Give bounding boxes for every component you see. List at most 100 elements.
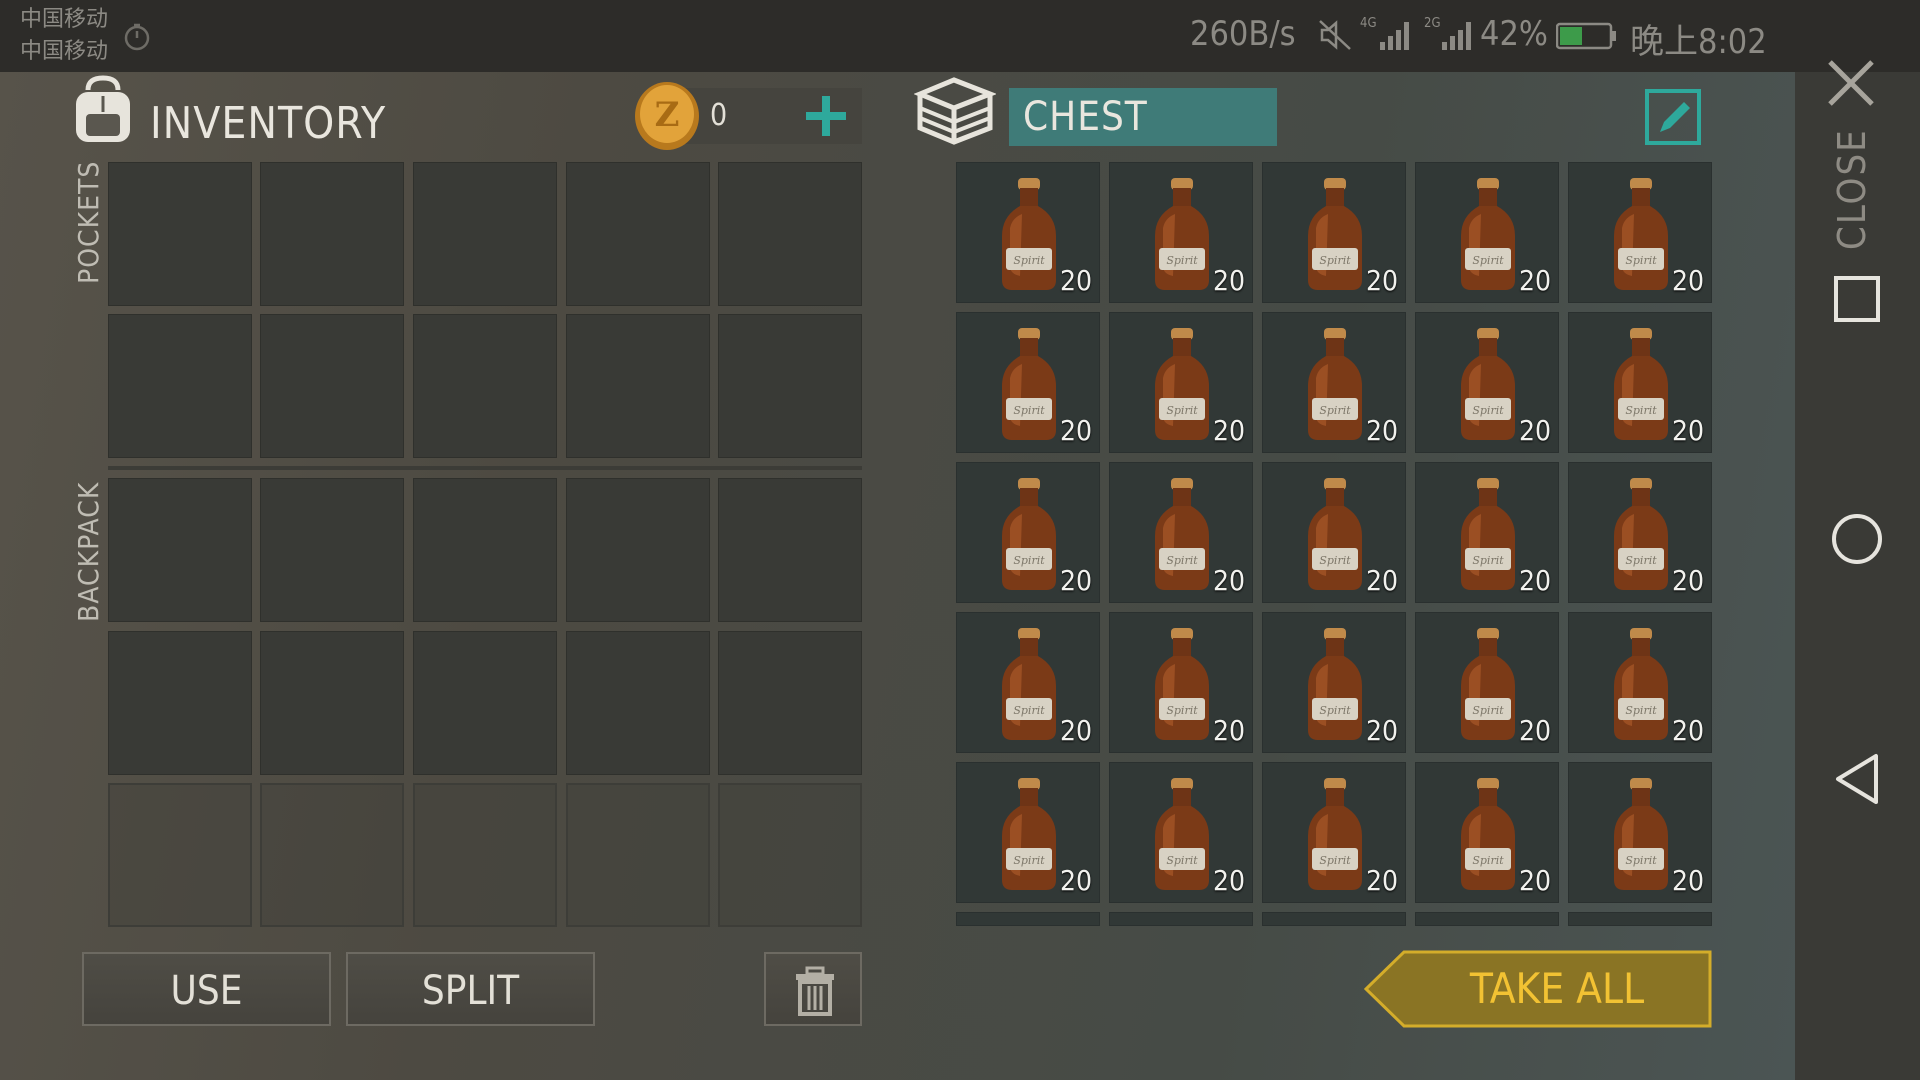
chest-slot[interactable]: Spirit 20 xyxy=(956,462,1100,603)
pocket-slot[interactable] xyxy=(108,162,252,306)
spirit-bottle-icon: Spirit xyxy=(1308,478,1362,590)
delete-button[interactable] xyxy=(764,952,862,1026)
chest-slot[interactable]: Spirit 20 xyxy=(1568,312,1712,453)
chest-icon xyxy=(914,77,996,145)
bottle-label: Spirit xyxy=(1319,554,1351,567)
backpack-slot[interactable] xyxy=(566,631,710,775)
status-bar: 中国移动 中国移动 260B/s 4G 2G 42% 晚上8:02 xyxy=(0,0,1920,72)
chest-slot[interactable] xyxy=(1415,912,1559,926)
backpack-slot[interactable] xyxy=(108,631,252,775)
chest-slot[interactable] xyxy=(956,912,1100,926)
pocket-slot[interactable] xyxy=(718,314,862,458)
bottle-label: Spirit xyxy=(1625,254,1657,267)
chest-slot[interactable]: Spirit 20 xyxy=(1568,462,1712,603)
stopwatch-icon xyxy=(124,23,150,51)
spirit-bottle-icon: Spirit xyxy=(1614,178,1668,290)
pocket-slot[interactable] xyxy=(108,314,252,458)
use-button[interactable]: USE xyxy=(82,952,331,1026)
pocket-slot[interactable] xyxy=(566,162,710,306)
chest-slot[interactable]: Spirit 20 xyxy=(1415,762,1559,903)
pocket-slot[interactable] xyxy=(260,162,404,306)
chest-slot[interactable]: Spirit 20 xyxy=(956,162,1100,303)
spirit-bottle-icon: Spirit xyxy=(1002,628,1056,740)
item-quantity: 20 xyxy=(1671,264,1704,297)
backpack-slot[interactable] xyxy=(413,478,557,622)
chest-slot[interactable] xyxy=(1568,912,1712,926)
backpack-slot[interactable] xyxy=(260,478,404,622)
spirit-bottle-icon: Spirit xyxy=(1155,178,1209,290)
network-speed: 260B/s xyxy=(1190,14,1296,54)
chest-slot[interactable]: Spirit 20 xyxy=(1109,462,1253,603)
backpack-slot[interactable] xyxy=(566,478,710,622)
item-quantity: 20 xyxy=(1212,264,1245,297)
chest-slot[interactable]: Spirit 20 xyxy=(1415,162,1559,303)
chest-slot[interactable]: Spirit 20 xyxy=(1262,162,1406,303)
chest-slot[interactable]: Spirit 20 xyxy=(956,612,1100,753)
backpack-slot[interactable] xyxy=(718,631,862,775)
chest-slot[interactable]: Spirit 20 xyxy=(1109,762,1253,903)
rename-button[interactable] xyxy=(1644,88,1702,146)
backpack-slot[interactable] xyxy=(413,631,557,775)
backpack-slot[interactable] xyxy=(260,631,404,775)
spirit-bottle-icon: Spirit xyxy=(1614,328,1668,440)
close-icon[interactable] xyxy=(1826,58,1876,108)
bottle-label: Spirit xyxy=(1166,554,1198,567)
spirit-bottle-icon: Spirit xyxy=(1614,628,1668,740)
battery-percent: 42% xyxy=(1480,14,1548,54)
spirit-bottle-icon: Spirit xyxy=(1308,328,1362,440)
bottle-label: Spirit xyxy=(1319,854,1351,867)
add-coins-button[interactable] xyxy=(804,94,848,138)
inventory-title: INVENTORY xyxy=(150,98,387,149)
bottle-label: Spirit xyxy=(1625,704,1657,717)
chest-slot[interactable]: Spirit 20 xyxy=(1262,312,1406,453)
backpack-slot[interactable] xyxy=(108,478,252,622)
chest-slot[interactable]: Spirit 20 xyxy=(1568,162,1712,303)
pocket-slot[interactable] xyxy=(260,314,404,458)
pockets-label: POCKETS xyxy=(72,160,105,284)
chest-slot[interactable]: Spirit 20 xyxy=(1109,612,1253,753)
signal-icon xyxy=(1380,22,1409,50)
chest-name-field[interactable]: CHEST xyxy=(1009,88,1277,146)
close-label[interactable]: CLOSE xyxy=(1830,128,1874,250)
bottle-label: Spirit xyxy=(1472,854,1504,867)
chest-slot[interactable]: Spirit 20 xyxy=(1415,312,1559,453)
pocket-slot[interactable] xyxy=(566,314,710,458)
item-quantity: 20 xyxy=(1059,714,1092,747)
item-quantity: 20 xyxy=(1671,714,1704,747)
chest-slot[interactable]: Spirit 20 xyxy=(1262,612,1406,753)
bottle-label: Spirit xyxy=(1013,704,1045,717)
pocket-slot[interactable] xyxy=(413,162,557,306)
recent-apps-icon[interactable] xyxy=(1832,274,1882,324)
spirit-bottle-icon: Spirit xyxy=(1308,778,1362,890)
chest-slot[interactable]: Spirit 20 xyxy=(1109,312,1253,453)
backpack-slot[interactable] xyxy=(718,478,862,622)
bottle-label: Spirit xyxy=(1013,854,1045,867)
item-quantity: 20 xyxy=(1518,264,1551,297)
item-quantity: 20 xyxy=(1212,564,1245,597)
take-all-button[interactable]: TAKE ALL xyxy=(1364,950,1712,1028)
chest-slot[interactable]: Spirit 20 xyxy=(1415,462,1559,603)
chest-slot[interactable]: Spirit 20 xyxy=(1415,612,1559,753)
chest-slot[interactable] xyxy=(1109,912,1253,926)
pocket-slot[interactable] xyxy=(413,314,557,458)
home-icon[interactable] xyxy=(1830,512,1884,566)
chest-slot[interactable]: Spirit 20 xyxy=(956,762,1100,903)
back-icon[interactable] xyxy=(1832,752,1882,806)
chest-slot[interactable]: Spirit 20 xyxy=(1568,612,1712,753)
chest-slot[interactable]: Spirit 20 xyxy=(956,312,1100,453)
item-quantity: 20 xyxy=(1671,864,1704,897)
network-type: 4G xyxy=(1360,16,1377,31)
spirit-bottle-icon: Spirit xyxy=(1155,628,1209,740)
chest-slot[interactable]: Spirit 20 xyxy=(1109,162,1253,303)
bottle-label: Spirit xyxy=(1625,554,1657,567)
spirit-bottle-icon: Spirit xyxy=(1308,628,1362,740)
item-quantity: 20 xyxy=(1212,714,1245,747)
chest-slot[interactable]: Spirit 20 xyxy=(1262,762,1406,903)
chest-slot[interactable] xyxy=(1262,912,1406,926)
item-quantity: 20 xyxy=(1059,864,1092,897)
pocket-slot[interactable] xyxy=(718,162,862,306)
item-quantity: 20 xyxy=(1365,714,1398,747)
split-button[interactable]: SPLIT xyxy=(346,952,595,1026)
chest-slot[interactable]: Spirit 20 xyxy=(1262,462,1406,603)
chest-slot[interactable]: Spirit 20 xyxy=(1568,762,1712,903)
